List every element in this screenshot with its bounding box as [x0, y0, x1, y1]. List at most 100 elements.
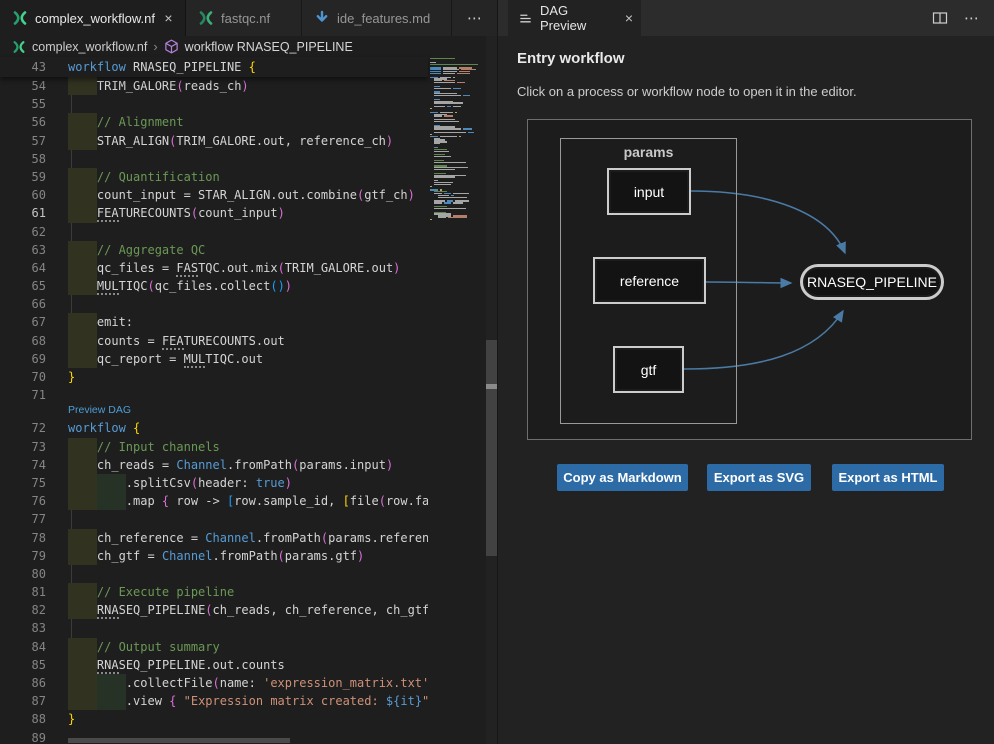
- scrollbar-decoration: [486, 384, 497, 389]
- horizontal-scrollbar[interactable]: [68, 738, 290, 743]
- sticky-scroll-line[interactable]: 43workflow RNASEQ_PIPELINE {: [0, 57, 428, 77]
- code-line[interactable]: 70}: [0, 368, 428, 386]
- cluster-label: params: [561, 144, 736, 160]
- line-number: 55: [0, 95, 46, 113]
- line-number: 57: [0, 132, 46, 150]
- codelens-preview-dag-link[interactable]: Preview DAG: [0, 404, 428, 419]
- close-icon[interactable]: ×: [162, 9, 175, 27]
- vertical-scrollbar[interactable]: [486, 36, 497, 744]
- line-number: 85: [0, 656, 46, 674]
- line-number: 77: [0, 510, 46, 528]
- tab-label: complex_workflow.nf: [35, 11, 155, 26]
- code-line[interactable]: 56 // Alignment: [0, 113, 428, 131]
- code-area[interactable]: 54 TRIM_GALORE(reads_ch)5556 // Alignmen…: [0, 77, 428, 744]
- line-number: 64: [0, 259, 46, 277]
- code-line[interactable]: 55: [0, 95, 428, 113]
- line-number: 68: [0, 332, 46, 350]
- tab-complex-workflow[interactable]: complex_workflow.nf ×: [0, 0, 186, 36]
- code-line[interactable]: 83: [0, 619, 428, 637]
- markdown-icon: [314, 10, 330, 26]
- line-number: 73: [0, 438, 46, 456]
- line-number: 69: [0, 350, 46, 368]
- line-number: 70: [0, 368, 46, 386]
- code-line[interactable]: 71: [0, 386, 428, 404]
- line-number: 66: [0, 295, 46, 313]
- editor-group: complex_workflow.nf × fastqc.nf ide_feat…: [0, 0, 497, 744]
- line-number: 84: [0, 638, 46, 656]
- export-as-html-button[interactable]: Export as HTML: [832, 464, 944, 491]
- code-line[interactable]: 75 .splitCsv(header: true): [0, 474, 428, 492]
- tab-fastqc[interactable]: fastqc.nf: [186, 0, 302, 36]
- tab-dag-preview[interactable]: DAG Preview ×: [508, 0, 641, 36]
- code-line[interactable]: 69 qc_report = MULTIQC.out: [0, 350, 428, 368]
- line-number: 87: [0, 692, 46, 710]
- code-line[interactable]: 88}: [0, 710, 428, 728]
- code-line[interactable]: 74 ch_reads = Channel.fromPath(params.in…: [0, 456, 428, 474]
- code-line[interactable]: 60 count_input = STAR_ALIGN.out.combine(…: [0, 186, 428, 204]
- line-number: 88: [0, 710, 46, 728]
- code-line[interactable]: 80: [0, 565, 428, 583]
- line-number: 81: [0, 583, 46, 601]
- tab-label: ide_features.md: [337, 11, 430, 26]
- code-line[interactable]: 76 .map { row -> [row.sample_id, [file(r…: [0, 492, 428, 510]
- line-number: 54: [0, 77, 46, 95]
- code-line[interactable]: 59 // Quantification: [0, 168, 428, 186]
- code-line[interactable]: 67 emit:: [0, 313, 428, 331]
- minimap[interactable]: [428, 57, 486, 744]
- code-line[interactable]: 79 ch_gtf = Channel.fromPath(params.gtf): [0, 547, 428, 565]
- code-line[interactable]: 81 // Execute pipeline: [0, 583, 428, 601]
- line-number: 76: [0, 492, 46, 510]
- code-line[interactable]: 58: [0, 150, 428, 168]
- panel-heading: Entry workflow: [517, 50, 625, 67]
- code-line[interactable]: 57 STAR_ALIGN(TRIM_GALORE.out, reference…: [0, 132, 428, 150]
- code-line[interactable]: 62: [0, 223, 428, 241]
- split-editor-icon[interactable]: [932, 10, 948, 26]
- code-line[interactable]: 64 qc_files = FASTQC.out.mix(TRIM_GALORE…: [0, 259, 428, 277]
- line-number: 67: [0, 313, 46, 331]
- line-number: 65: [0, 277, 46, 295]
- code-line[interactable]: 86 .collectFile(name: 'expression_matrix…: [0, 674, 428, 692]
- line-number: 89: [0, 729, 46, 744]
- panel-description: Click on a process or workflow node to o…: [517, 84, 857, 99]
- line-number: 74: [0, 456, 46, 474]
- code-line[interactable]: 43workflow RNASEQ_PIPELINE {: [0, 58, 256, 76]
- line-number: 80: [0, 565, 46, 583]
- line-number: 71: [0, 386, 46, 404]
- code-line[interactable]: 77: [0, 510, 428, 528]
- dag-node-gtf[interactable]: gtf: [613, 346, 684, 393]
- code-line[interactable]: 82 RNASEQ_PIPELINE(ch_reads, ch_referenc…: [0, 601, 428, 619]
- close-icon[interactable]: ×: [625, 10, 633, 26]
- code-line[interactable]: 72workflow {: [0, 419, 428, 437]
- scrollbar-thumb[interactable]: [486, 340, 497, 556]
- code-line[interactable]: 66: [0, 295, 428, 313]
- breadcrumb-symbol[interactable]: workflow RNASEQ_PIPELINE: [185, 40, 353, 54]
- nextflow-icon: [198, 10, 214, 26]
- code-line[interactable]: 84 // Output summary: [0, 638, 428, 656]
- line-number: 62: [0, 223, 46, 241]
- dag-node-rnaseq-pipeline[interactable]: RNASEQ_PIPELINE: [800, 264, 944, 300]
- editor-tab-bar: complex_workflow.nf × fastqc.nf ide_feat…: [0, 0, 497, 36]
- line-number: 72: [0, 419, 46, 437]
- tab-ide-features[interactable]: ide_features.md: [302, 0, 452, 36]
- copy-as-markdown-button[interactable]: Copy as Markdown: [557, 464, 688, 491]
- more-actions-icon[interactable]: ⋯: [964, 9, 980, 27]
- code-line[interactable]: 68 counts = FEATURECOUNTS.out: [0, 332, 428, 350]
- list-icon: [518, 11, 533, 26]
- code-line[interactable]: 54 TRIM_GALORE(reads_ch): [0, 77, 428, 95]
- code-line[interactable]: 78 ch_reference = Channel.fromPath(param…: [0, 529, 428, 547]
- dag-preview-panel: DAG Preview × ⋯ Entry workflow Click on …: [497, 0, 994, 744]
- code-line[interactable]: 85 RNASEQ_PIPELINE.out.counts: [0, 656, 428, 674]
- code-line[interactable]: 63 // Aggregate QC: [0, 241, 428, 259]
- nextflow-icon: [12, 40, 26, 54]
- dag-node-input[interactable]: input: [607, 168, 691, 215]
- code-line[interactable]: 87 .view { "Expression matrix created: $…: [0, 692, 428, 710]
- code-line[interactable]: 61 FEATURECOUNTS(count_input): [0, 204, 428, 222]
- export-as-svg-button[interactable]: Export as SVG: [707, 464, 811, 491]
- breadcrumb-file[interactable]: complex_workflow.nf: [32, 40, 147, 54]
- line-number: 43: [0, 58, 46, 76]
- dag-diagram: params input reference gtf RNASEQ_PIPELI…: [527, 119, 972, 440]
- more-tabs-icon[interactable]: ⋯: [467, 9, 483, 27]
- code-line[interactable]: 73 // Input channels: [0, 438, 428, 456]
- dag-node-reference[interactable]: reference: [593, 257, 706, 304]
- code-line[interactable]: 65 MULTIQC(qc_files.collect()): [0, 277, 428, 295]
